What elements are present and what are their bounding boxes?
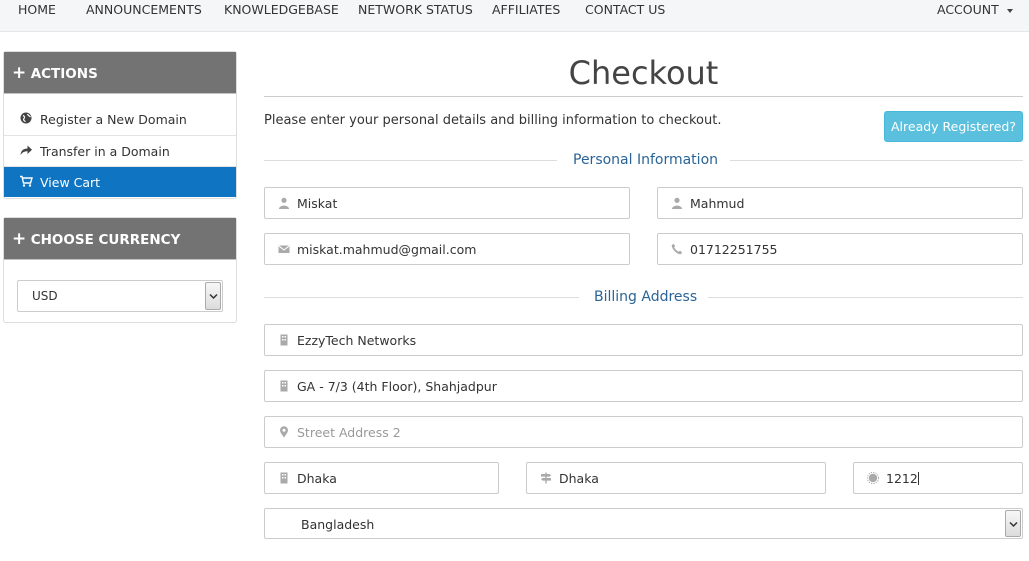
address-line-1-field[interactable]: GA - 7/3 (4th Floor), Shahjadpur — [264, 370, 1023, 402]
state-field[interactable]: Dhaka — [526, 462, 826, 494]
caret-down-icon — [1006, 8, 1013, 13]
sidebar-item-label: View Cart — [40, 175, 101, 190]
envelope-icon — [278, 245, 290, 253]
chevron-down-icon — [1009, 521, 1018, 528]
currency-select-value: USD — [32, 289, 58, 303]
address-line-2-placeholder: Street Address 2 — [297, 425, 401, 440]
email-field[interactable]: miskat.mahmud@gmail.com — [264, 233, 630, 265]
actions-panel-title: ACTIONS — [30, 66, 98, 82]
phone-icon — [671, 243, 683, 255]
section-divider — [708, 297, 1023, 298]
share-arrow-icon — [20, 145, 32, 155]
certificate-icon — [867, 472, 879, 484]
country-select[interactable]: Bangladesh — [264, 508, 1023, 539]
postcode-value: 1212 — [886, 471, 919, 486]
cart-icon — [20, 175, 33, 187]
building-icon — [280, 334, 288, 346]
building-icon — [280, 380, 288, 392]
postcode-field[interactable]: 1212 — [853, 462, 1023, 494]
last-name-value: Mahmud — [690, 196, 745, 211]
nav-contact-us[interactable]: CONTACT US — [585, 2, 665, 17]
sidebar-item-register-domain[interactable]: Register a New Domain — [4, 104, 236, 135]
building-icon — [280, 472, 288, 484]
country-select-value: Bangladesh — [301, 517, 375, 532]
address-line-1-value: GA - 7/3 (4th Floor), Shahjadpur — [297, 379, 497, 394]
actions-panel-header: + ACTIONS — [4, 52, 236, 94]
first-name-field[interactable]: Miskat — [264, 187, 630, 219]
map-marker-icon — [280, 426, 288, 438]
currency-panel-header: + CHOOSE CURRENCY — [4, 218, 236, 260]
address-line-2-field[interactable]: Street Address 2 — [264, 416, 1023, 448]
nav-account-label: ACCOUNT — [937, 2, 999, 17]
section-divider — [264, 297, 579, 298]
plus-icon: + — [12, 63, 27, 83]
user-icon — [279, 197, 289, 209]
company-name-field[interactable]: EzzyTech Networks — [264, 324, 1023, 356]
plus-icon: + — [12, 229, 27, 249]
sidebar-item-label: Transfer in a Domain — [40, 144, 170, 159]
last-name-field[interactable]: Mahmud — [657, 187, 1023, 219]
nav-knowledgebase[interactable]: KNOWLEDGEBASE — [224, 2, 339, 17]
title-divider — [264, 96, 1023, 97]
city-value: Dhaka — [297, 471, 337, 486]
signpost-icon — [541, 472, 551, 484]
billing-address-heading: Billing Address — [594, 289, 698, 305]
postcode-text: 1212 — [886, 471, 918, 486]
country-dropdown-button[interactable] — [1005, 510, 1021, 537]
email-value: miskat.mahmud@gmail.com — [297, 242, 477, 257]
section-divider — [264, 160, 557, 161]
sidebar-item-transfer-domain[interactable]: Transfer in a Domain — [4, 135, 236, 166]
currency-select[interactable]: USD — [17, 280, 223, 312]
globe-icon — [20, 112, 32, 124]
chevron-down-icon — [209, 293, 218, 300]
nav-network-status[interactable]: NETWORK STATUS — [358, 2, 473, 17]
checkout-intro-text: Please enter your personal details and b… — [264, 113, 722, 128]
user-icon — [672, 197, 682, 209]
currency-panel-title: CHOOSE CURRENCY — [30, 232, 181, 248]
sidebar-item-view-cart[interactable]: View Cart — [4, 166, 236, 197]
phone-value: 01712251755 — [690, 242, 778, 257]
currency-panel: + CHOOSE CURRENCY USD — [3, 217, 237, 323]
nav-affiliates[interactable]: AFFILIATES — [492, 2, 560, 17]
text-cursor — [917, 472, 919, 485]
state-value: Dhaka — [559, 471, 599, 486]
already-registered-button[interactable]: Already Registered? — [884, 111, 1023, 142]
nav-home[interactable]: HOME — [18, 2, 56, 17]
personal-information-heading: Personal Information — [573, 152, 719, 168]
nav-account-dropdown[interactable]: ACCOUNT — [937, 2, 1013, 17]
actions-panel: + ACTIONS Register a New Domain Transfer… — [3, 51, 237, 199]
company-name-value: EzzyTech Networks — [297, 333, 417, 348]
first-name-value: Miskat — [297, 196, 338, 211]
top-navbar: HOME ANNOUNCEMENTS KNOWLEDGEBASE NETWORK… — [0, 0, 1029, 32]
city-field[interactable]: Dhaka — [264, 462, 499, 494]
page-title: Checkout — [568, 54, 719, 92]
sidebar-item-label: Register a New Domain — [40, 112, 187, 127]
nav-announcements[interactable]: ANNOUNCEMENTS — [86, 2, 202, 17]
phone-field[interactable]: 01712251755 — [657, 233, 1023, 265]
section-divider — [730, 160, 1023, 161]
currency-dropdown-button[interactable] — [205, 282, 221, 310]
